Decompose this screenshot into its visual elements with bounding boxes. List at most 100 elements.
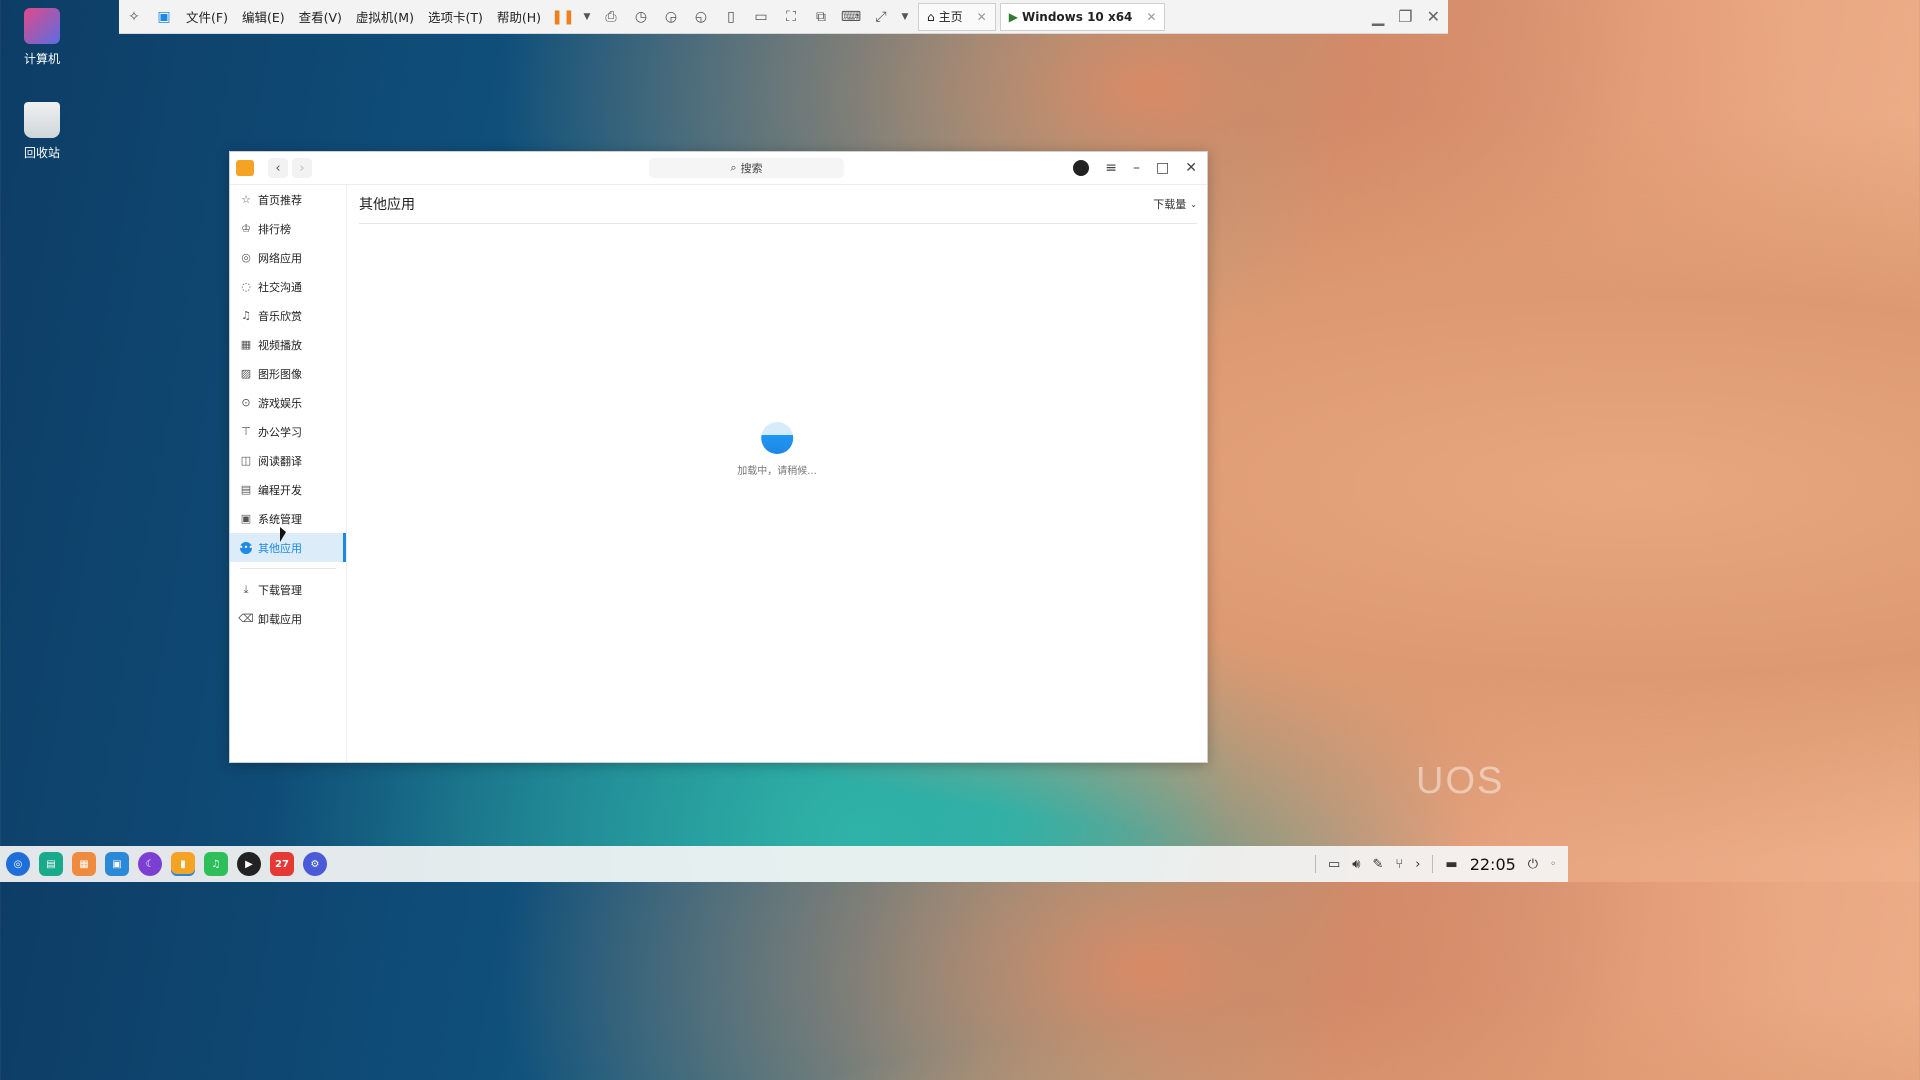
menu-view[interactable]: 查看(V) <box>292 7 349 26</box>
notification-icon[interactable]: ▬ <box>1445 857 1457 872</box>
terminal-icon: ▤ <box>240 483 252 496</box>
chevron-down-icon: ⌄ <box>1190 199 1197 209</box>
vm-icon: ▶ <box>1008 9 1018 24</box>
minimize-icon[interactable]: ▁ <box>1372 7 1384 26</box>
close-icon[interactable]: ✕ <box>977 10 987 24</box>
sidebar-item-home[interactable]: ☆ 首页推荐 <box>230 185 346 214</box>
multitask-view-icon[interactable]: ▤ <box>39 852 63 876</box>
computer-icon <box>24 8 60 44</box>
browser-icon[interactable]: ☾ <box>138 852 162 876</box>
sidebar-item-network[interactable]: ◎ 网络应用 <box>230 243 346 272</box>
snapshot-manager-icon[interactable]: ◵ <box>690 7 712 27</box>
recycle-bin-icon <box>24 102 60 138</box>
sidebar-item-others[interactable]: ••• 其他应用 <box>230 533 346 562</box>
mouse-cursor-icon <box>280 527 286 542</box>
app-store-window: ‹ › ⌕ 搜索 ≡ – □ ✕ ☆ 首页推荐 ♔ 排行榜 ◎ 网络应用 ◌ 社交沟通 … <box>229 151 1208 763</box>
menu-tabs[interactable]: 选项卡(T) <box>421 7 490 26</box>
show-desktop-icon[interactable]: ◦ <box>1550 859 1556 870</box>
sidebar-item-uninstall[interactable]: ⌫ 卸载应用 <box>230 604 346 633</box>
snapshot-icon[interactable]: ◷ <box>630 7 652 27</box>
sidebar-item-social[interactable]: ◌ 社交沟通 <box>230 272 346 301</box>
sidebar-item-reading[interactable]: ◫ 阅读翻译 <box>230 446 346 475</box>
restore-icon[interactable]: ❐ <box>1398 7 1412 26</box>
calendar-icon[interactable]: 27 <box>270 852 294 876</box>
pen-icon[interactable]: ✎ <box>1372 857 1383 872</box>
app-store-logo-icon <box>236 160 254 176</box>
sidebar-item-label: 阅读翻译 <box>258 454 302 468</box>
presentation-icon: ⊤ <box>241 425 251 438</box>
menu-vm[interactable]: 虚拟机(M) <box>349 7 421 26</box>
sidebar-view-icon[interactable]: ▯ <box>720 7 742 27</box>
file-manager-icon[interactable]: ▦ <box>72 852 96 876</box>
maximize-icon[interactable]: □ <box>1156 160 1169 176</box>
sort-dropdown[interactable]: 下载量 ⌄ <box>1153 196 1197 212</box>
desktop-icon-label: 计算机 <box>23 52 60 66</box>
sidebar-item-downloads[interactable]: ⤓ 下载管理 <box>230 575 346 604</box>
chevron-right-icon[interactable]: › <box>1415 857 1420 872</box>
sidebar-item-label: 视频播放 <box>258 338 302 352</box>
close-icon[interactable]: ✕ <box>1185 160 1197 176</box>
send-keys-icon[interactable]: ⎙ <box>600 7 622 27</box>
menu-help[interactable]: 帮助(H) <box>490 7 548 26</box>
gamepad-icon: ⊙ <box>241 396 251 409</box>
tray-divider <box>1432 855 1434 873</box>
settings-icon[interactable]: ⚙ <box>303 852 327 876</box>
content-header: 其他应用 下载量 ⌄ <box>359 185 1197 224</box>
music-app-icon[interactable]: ♫ <box>204 852 228 876</box>
chevron-down-icon[interactable]: ▼ <box>582 7 592 27</box>
video-player-icon[interactable]: ▶ <box>237 852 261 876</box>
sidebar-item-label: 下载管理 <box>258 583 302 597</box>
stretch-icon[interactable]: ⤢ <box>870 7 892 27</box>
close-icon[interactable]: ✕ <box>1427 7 1440 26</box>
search-input[interactable]: ⌕ 搜索 <box>649 158 844 178</box>
sort-label: 下载量 <box>1153 198 1187 211</box>
pin-icon[interactable]: ✧ <box>123 7 145 27</box>
usb-icon[interactable]: ⑂ <box>1395 857 1403 872</box>
app-store-running-icon[interactable]: ▮ <box>171 852 195 876</box>
minimize-icon[interactable]: – <box>1133 160 1140 176</box>
console-icon[interactable]: ⌨ <box>840 7 862 27</box>
clock[interactable]: 22:05 <box>1470 855 1516 874</box>
sidebar-item-games[interactable]: ⊙ 游戏娱乐 <box>230 388 346 417</box>
app-store-taskbar-icon[interactable]: ▣ <box>105 852 129 876</box>
sidebar-item-music[interactable]: ♫ 音乐欣赏 <box>230 301 346 330</box>
tab-home[interactable]: ⌂ 主页 ✕ <box>918 2 996 31</box>
thumbnail-view-icon[interactable]: ▭ <box>750 7 772 27</box>
globe-icon: ◎ <box>241 251 251 264</box>
pause-icon[interactable]: ❚❚ <box>551 7 574 27</box>
desktop-icon-label: 回收站 <box>23 146 60 160</box>
tab-windows10[interactable]: ▶ Windows 10 x64 ✕ <box>999 2 1166 31</box>
image-icon: ▨ <box>240 367 252 380</box>
menu-file[interactable]: 文件(F) <box>179 7 235 26</box>
volume-icon[interactable]: 🔊︎ <box>1352 857 1360 872</box>
keyboard-icon[interactable]: ▭ <box>1328 857 1340 872</box>
unity-icon[interactable]: ⧉ <box>810 7 832 27</box>
snapshot-restore-icon[interactable]: ◶ <box>660 7 682 27</box>
menu-edit[interactable]: 编辑(E) <box>235 7 292 26</box>
sidebar-divider <box>240 568 336 569</box>
settings-icon: ▣ <box>240 512 252 525</box>
desktop-icon-computer[interactable]: 计算机 <box>14 8 70 67</box>
sidebar-item-video[interactable]: ▦ 视频播放 <box>230 330 346 359</box>
chat-icon: ◌ <box>241 280 251 293</box>
forward-button[interactable]: › <box>292 158 312 178</box>
power-icon[interactable]: ⏻ <box>1528 857 1538 872</box>
close-icon[interactable]: ✕ <box>1146 10 1156 24</box>
taskbar-apps: ◎ ▤ ▦ ▣ ☾ ▮ ♫ ▶ 27 ⚙ <box>0 852 327 876</box>
sidebar-item-office[interactable]: ⊤ 办公学习 <box>230 417 346 446</box>
sidebar-item-graphics[interactable]: ▨ 图形图像 <box>230 359 346 388</box>
sidebar-item-development[interactable]: ▤ 编程开发 <box>230 475 346 504</box>
sidebar-item-label: 网络应用 <box>258 251 302 265</box>
window-controls: ≡ – □ ✕ <box>1073 160 1207 176</box>
desktop-icon-recycle-bin[interactable]: 回收站 <box>14 102 70 161</box>
sidebar-item-ranking[interactable]: ♔ 排行榜 <box>230 214 346 243</box>
back-button[interactable]: ‹ <box>268 158 288 178</box>
avatar[interactable] <box>1073 160 1090 176</box>
sidebar-item-system[interactable]: ▣ 系统管理 <box>230 504 346 533</box>
launcher-icon[interactable]: ◎ <box>6 852 30 876</box>
menu-icon[interactable]: ≡ <box>1105 160 1117 176</box>
star-icon: ☆ <box>241 193 251 206</box>
chevron-down-icon[interactable]: ▼ <box>900 7 910 27</box>
loading-spinner-icon <box>760 422 793 454</box>
fullscreen-icon[interactable]: ⛶ <box>780 7 802 27</box>
